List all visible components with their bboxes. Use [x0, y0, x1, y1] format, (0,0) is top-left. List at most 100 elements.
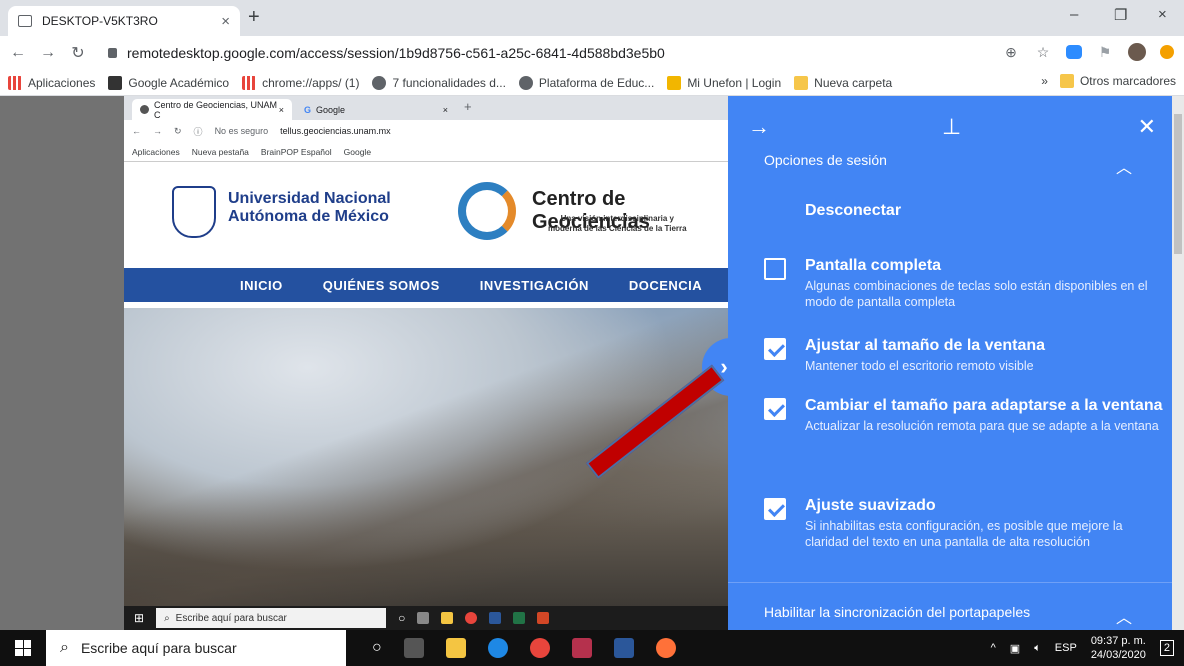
bookmark-unefon[interactable]: Mi Unefon | Login [667, 75, 781, 90]
bookmark-folder[interactable]: Nueva carpeta [794, 75, 893, 90]
windows-start-icon[interactable] [0, 630, 46, 666]
checkbox-fit-window[interactable] [764, 338, 786, 360]
powerpoint-icon[interactable] [537, 612, 550, 624]
install-icon[interactable]: ⊕ [1002, 43, 1020, 61]
search-icon: ⌕ [164, 612, 170, 624]
firefox-icon[interactable] [655, 638, 676, 658]
checkbox-fullscreen[interactable] [764, 258, 786, 280]
notification-icon[interactable]: 2 [1159, 640, 1174, 656]
nav-investigacion[interactable]: INVESTIGACIÓN [480, 278, 589, 293]
close-icon[interactable]: × [443, 105, 448, 115]
session-options-title[interactable]: Opciones de sesión [764, 152, 887, 168]
close-icon[interactable]: ✕ [1138, 114, 1156, 140]
bookmark-new-tab[interactable]: Nueva pestaña [192, 147, 249, 157]
bookmark-label: chrome://apps/ (1) [262, 75, 360, 90]
file-explorer-icon[interactable] [445, 638, 466, 658]
bookmark-funcionalidades[interactable]: 7 funcionalidades d... [372, 75, 506, 90]
remote-address-bar[interactable]: ← → ↻ ⓘ No es seguro tellus.geociencias.… [124, 120, 736, 142]
word-icon[interactable] [613, 638, 634, 658]
nav-docencia[interactable]: DOCENCIA [629, 278, 702, 293]
language-indicator[interactable]: ESP [1055, 642, 1077, 654]
bookmark-label: Nueva carpeta [814, 75, 893, 90]
zoom-extension-icon[interactable] [1066, 45, 1082, 59]
chrome-icon[interactable] [465, 612, 478, 624]
remote-desktop-view[interactable]: Centro de Geociencias, UNAM C × G Google… [0, 96, 1184, 630]
forward-icon[interactable]: → [153, 126, 162, 136]
cortana-icon[interactable]: ○ [398, 611, 405, 625]
remote-search-box[interactable]: ⌕ Escribe aquí para buscar [156, 608, 387, 628]
windows-start-icon[interactable]: ⊞ [134, 611, 144, 625]
chevron-up-icon[interactable]: ︿ [1116, 604, 1132, 628]
scrollbar[interactable] [1172, 96, 1184, 630]
task-view-icon[interactable] [403, 638, 424, 658]
new-tab-button[interactable]: + [464, 99, 472, 114]
bookmark-apps[interactable]: Aplicaciones [8, 75, 95, 90]
pin-icon[interactable]: ⊥ [942, 114, 961, 140]
close-icon[interactable]: × [279, 105, 284, 115]
checkbox-smooth-scaling[interactable] [764, 498, 786, 520]
bookmark-brainpop[interactable]: BrainPOP Español [261, 147, 332, 157]
disconnect-button[interactable]: Desconectar [805, 202, 901, 220]
bookmark-google[interactable]: Google [344, 147, 371, 157]
chevron-up-icon[interactable]: ^ [991, 642, 996, 654]
option-description: Mantener todo el escritorio remoto visib… [805, 359, 1034, 373]
checkbox-resize-window[interactable] [764, 398, 786, 420]
restore-button[interactable]: ❐ [1114, 6, 1127, 24]
bookmarks-overflow-button[interactable]: » [1041, 74, 1048, 88]
bookmark-apps[interactable]: Aplicaciones [132, 147, 180, 157]
task-view-icon[interactable] [417, 612, 430, 624]
bookmark-label: Plataforma de Educ... [538, 75, 655, 90]
chrome-icon[interactable] [529, 638, 550, 658]
other-bookmarks[interactable]: Otros marcadores [1059, 74, 1176, 88]
bookmark-chrome-apps[interactable]: chrome://apps/ (1) [242, 75, 360, 90]
tab-title: DESKTOP-V5KT3RO [42, 14, 158, 28]
flag-extension-icon[interactable]: ⚑ [1096, 43, 1114, 61]
clock[interactable]: 09:37 p. m. 24/03/2020 [1091, 634, 1146, 662]
option-smooth-scaling[interactable]: Ajuste suavizado Si inhabilitas esta con… [764, 496, 1164, 550]
excel-icon[interactable] [513, 612, 526, 624]
remote-tab-title: Google [316, 104, 346, 115]
close-window-button[interactable]: × [1158, 6, 1167, 23]
session-options-panel: → ⊥ ✕ Opciones de sesión ︿ Desconectar P… [728, 96, 1172, 630]
network-icon[interactable]: ▣ [1010, 642, 1020, 655]
security-label: No es seguro [214, 126, 269, 136]
bookmark-plataforma[interactable]: Plataforma de Educ... [518, 75, 655, 90]
file-explorer-icon[interactable] [441, 612, 454, 624]
remote-tab-google[interactable]: G Google × [296, 99, 456, 120]
tab-remote-desktop[interactable]: DESKTOP-V5KT3RO × [8, 6, 240, 36]
nav-inicio[interactable]: INICIO [240, 278, 283, 293]
option-fit-window[interactable]: Ajustar al tamaño de la ventana Mantener… [764, 336, 1164, 374]
forward-icon[interactable]: → [36, 44, 60, 62]
reload-icon[interactable]: ↻ [174, 126, 182, 137]
option-resize-window[interactable]: Cambiar el tamaño para adaptarse a la ve… [764, 396, 1164, 434]
nav-quienes-somos[interactable]: QUIÉNES SOMOS [323, 278, 440, 293]
divider [728, 582, 1172, 583]
close-icon[interactable]: × [221, 13, 230, 30]
taskbar-search-box[interactable]: ⌕ Escribe aquí para buscar [46, 630, 346, 666]
back-icon[interactable]: ← [6, 44, 30, 62]
option-fullscreen[interactable]: Pantalla completa Algunas combinaciones … [764, 256, 1164, 310]
clock-time: 09:37 p. m. [1090, 635, 1146, 647]
new-tab-button[interactable]: + [248, 6, 260, 29]
remote-tab-strip: Centro de Geociencias, UNAM C × G Google… [124, 96, 736, 120]
volume-icon[interactable]: 🔈︎ [1034, 642, 1041, 655]
arrow-right-icon[interactable]: → [748, 114, 770, 140]
word-icon[interactable] [489, 612, 502, 624]
remote-tab-geociencias[interactable]: Centro de Geociencias, UNAM C × [132, 99, 292, 120]
address-bar[interactable]: remotedesktop.google.com/access/session/… [108, 40, 988, 66]
edge-icon[interactable] [487, 638, 508, 658]
scrollbar-thumb[interactable] [1174, 114, 1182, 254]
bookmark-google-scholar[interactable]: Google Académico [108, 75, 229, 90]
remote-browser: Centro de Geociencias, UNAM C × G Google… [124, 96, 736, 630]
chevron-up-icon[interactable]: ︿ [1116, 154, 1132, 178]
reload-icon[interactable]: ↻ [66, 43, 90, 63]
app-icon[interactable] [571, 638, 592, 658]
url-text: remotedesktop.google.com/access/session/… [127, 45, 665, 61]
extension-icon[interactable] [1160, 45, 1174, 59]
back-icon[interactable]: ← [132, 126, 141, 136]
cortana-icon[interactable]: ○ [372, 639, 382, 657]
clipboard-sync-title[interactable]: Habilitar la sincronización del portapap… [764, 604, 1030, 620]
minimize-button[interactable]: – [1070, 6, 1078, 23]
avatar[interactable] [1128, 43, 1146, 61]
star-icon[interactable]: ☆ [1034, 43, 1052, 61]
